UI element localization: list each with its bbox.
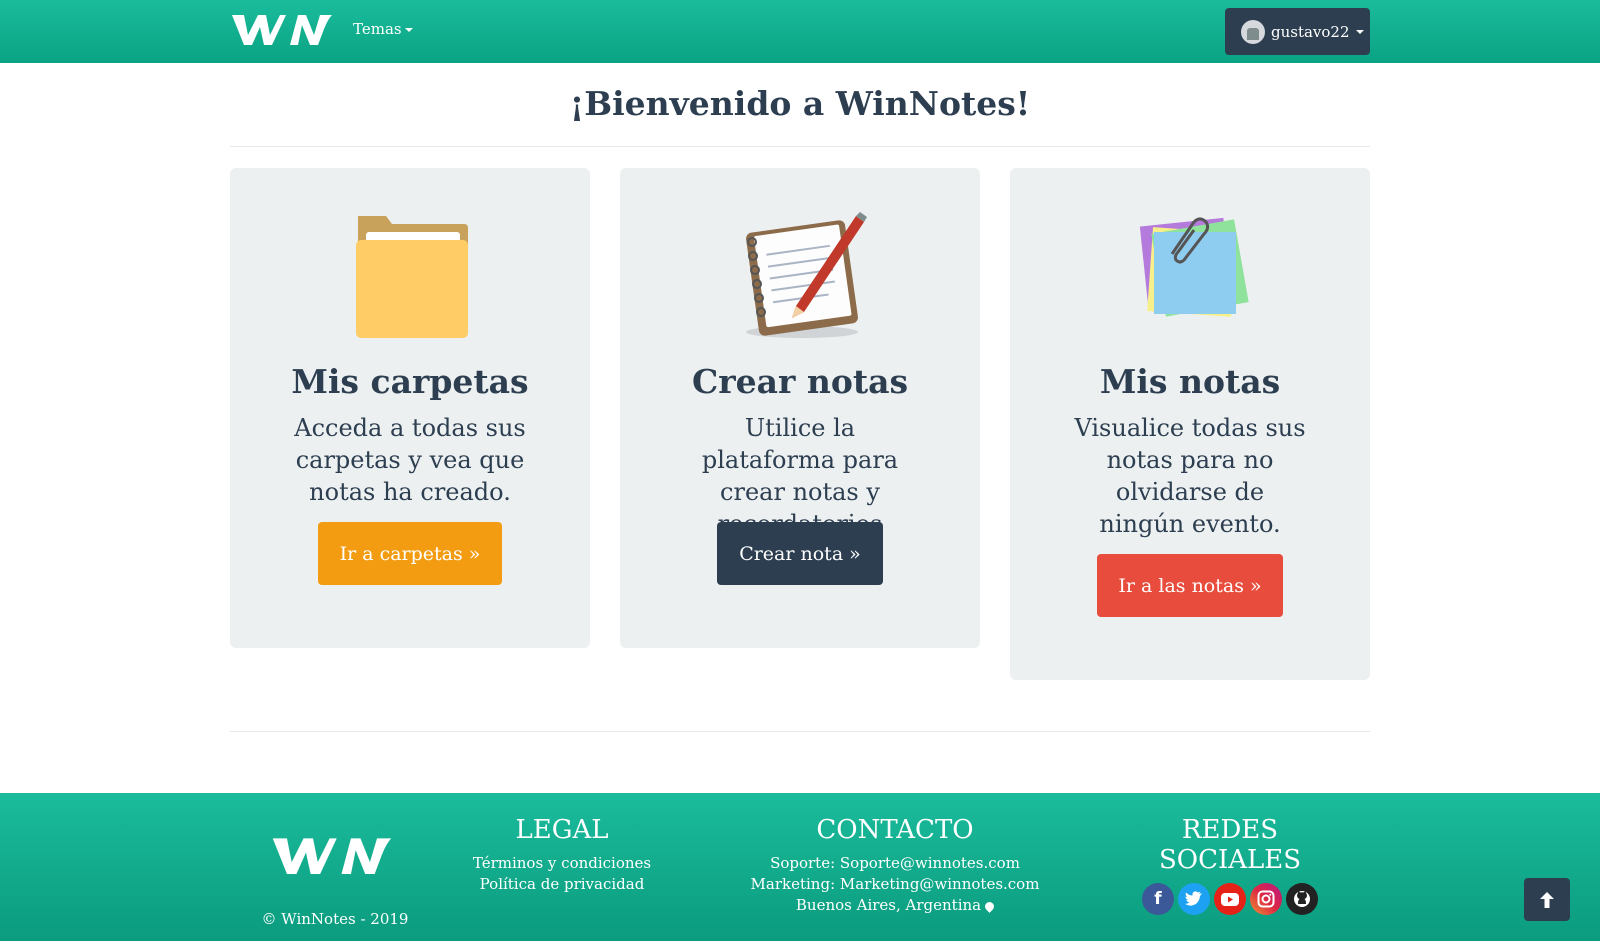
navbar: Temas gustavo22 xyxy=(0,0,1600,63)
footer-contact: CONTACTO Soporte: Soporte@winnotes.com M… xyxy=(745,815,1045,916)
go-to-notes-button[interactable]: Ir a las notas » xyxy=(1097,554,1283,617)
user-menu-button[interactable]: gustavo22 xyxy=(1225,8,1370,55)
terms-link[interactable]: Términos y condiciones xyxy=(462,853,662,874)
card-crear-notas: Crear notas Utilice la plataforma para c… xyxy=(620,168,980,648)
card-text: Acceda a todas sus carpetas y vea que no… xyxy=(294,414,526,506)
card-title: Mis notas xyxy=(1099,362,1281,401)
divider xyxy=(230,731,1370,732)
legal-heading: LEGAL xyxy=(515,815,609,845)
nav-temas-dropdown[interactable]: Temas xyxy=(353,20,413,38)
card-title: Crear notas xyxy=(691,362,909,401)
youtube-icon[interactable] xyxy=(1214,883,1246,915)
card-text: Visualice todas sus notas para no olvida… xyxy=(1074,414,1306,538)
caret-down-icon xyxy=(1355,29,1364,34)
footer-logo xyxy=(268,831,396,879)
page-title: ¡Bienvenido a WinNotes! xyxy=(569,84,1031,123)
social-heading: REDES SOCIALES xyxy=(1158,815,1302,875)
twitter-icon[interactable] xyxy=(1178,883,1210,915)
nav-temas-label: Temas xyxy=(353,20,402,38)
privacy-link[interactable]: Política de privacidad xyxy=(462,874,662,895)
facebook-icon[interactable]: f xyxy=(1142,883,1174,915)
notebook-pencil-icon xyxy=(730,212,870,342)
create-note-button[interactable]: Crear nota » xyxy=(717,522,883,585)
footer-legal: LEGAL Términos y condiciones Política de… xyxy=(462,815,662,895)
caret-down-icon xyxy=(404,28,413,32)
folder-icon xyxy=(340,212,480,342)
github-icon[interactable] xyxy=(1286,883,1318,915)
social-icons: f xyxy=(1110,883,1350,915)
arrow-up-icon xyxy=(1540,891,1554,908)
marketing-email[interactable]: Marketing: Marketing@winnotes.com xyxy=(745,874,1045,895)
card-title: Mis carpetas xyxy=(291,362,529,401)
user-name: gustavo22 xyxy=(1271,22,1350,41)
instagram-icon[interactable] xyxy=(1250,883,1282,915)
copyright: © WinNotes - 2019 xyxy=(261,910,409,928)
contact-heading: CONTACTO xyxy=(816,815,974,845)
footer: © WinNotes - 2019 LEGAL Términos y condi… xyxy=(0,793,1600,941)
go-to-folders-button[interactable]: Ir a carpetas » xyxy=(318,522,502,585)
card-mis-carpetas: Mis carpetas Acceda a todas sus carpetas… xyxy=(230,168,590,648)
brand-logo[interactable] xyxy=(228,9,336,49)
location-text: Buenos Aires, Argentina xyxy=(795,896,982,914)
avatar xyxy=(1241,19,1265,44)
divider xyxy=(230,146,1370,147)
footer-social: REDES SOCIALES f xyxy=(1110,815,1350,915)
support-email[interactable]: Soporte: Soporte@winnotes.com xyxy=(745,853,1045,874)
card-mis-notas: Mis notas Visualice todas sus notas para… xyxy=(1010,168,1370,680)
sticky-notes-icon xyxy=(1120,212,1260,342)
scroll-to-top-button[interactable] xyxy=(1524,878,1570,921)
map-marker-icon xyxy=(983,899,996,913)
location: Buenos Aires, Argentina xyxy=(745,895,1045,916)
